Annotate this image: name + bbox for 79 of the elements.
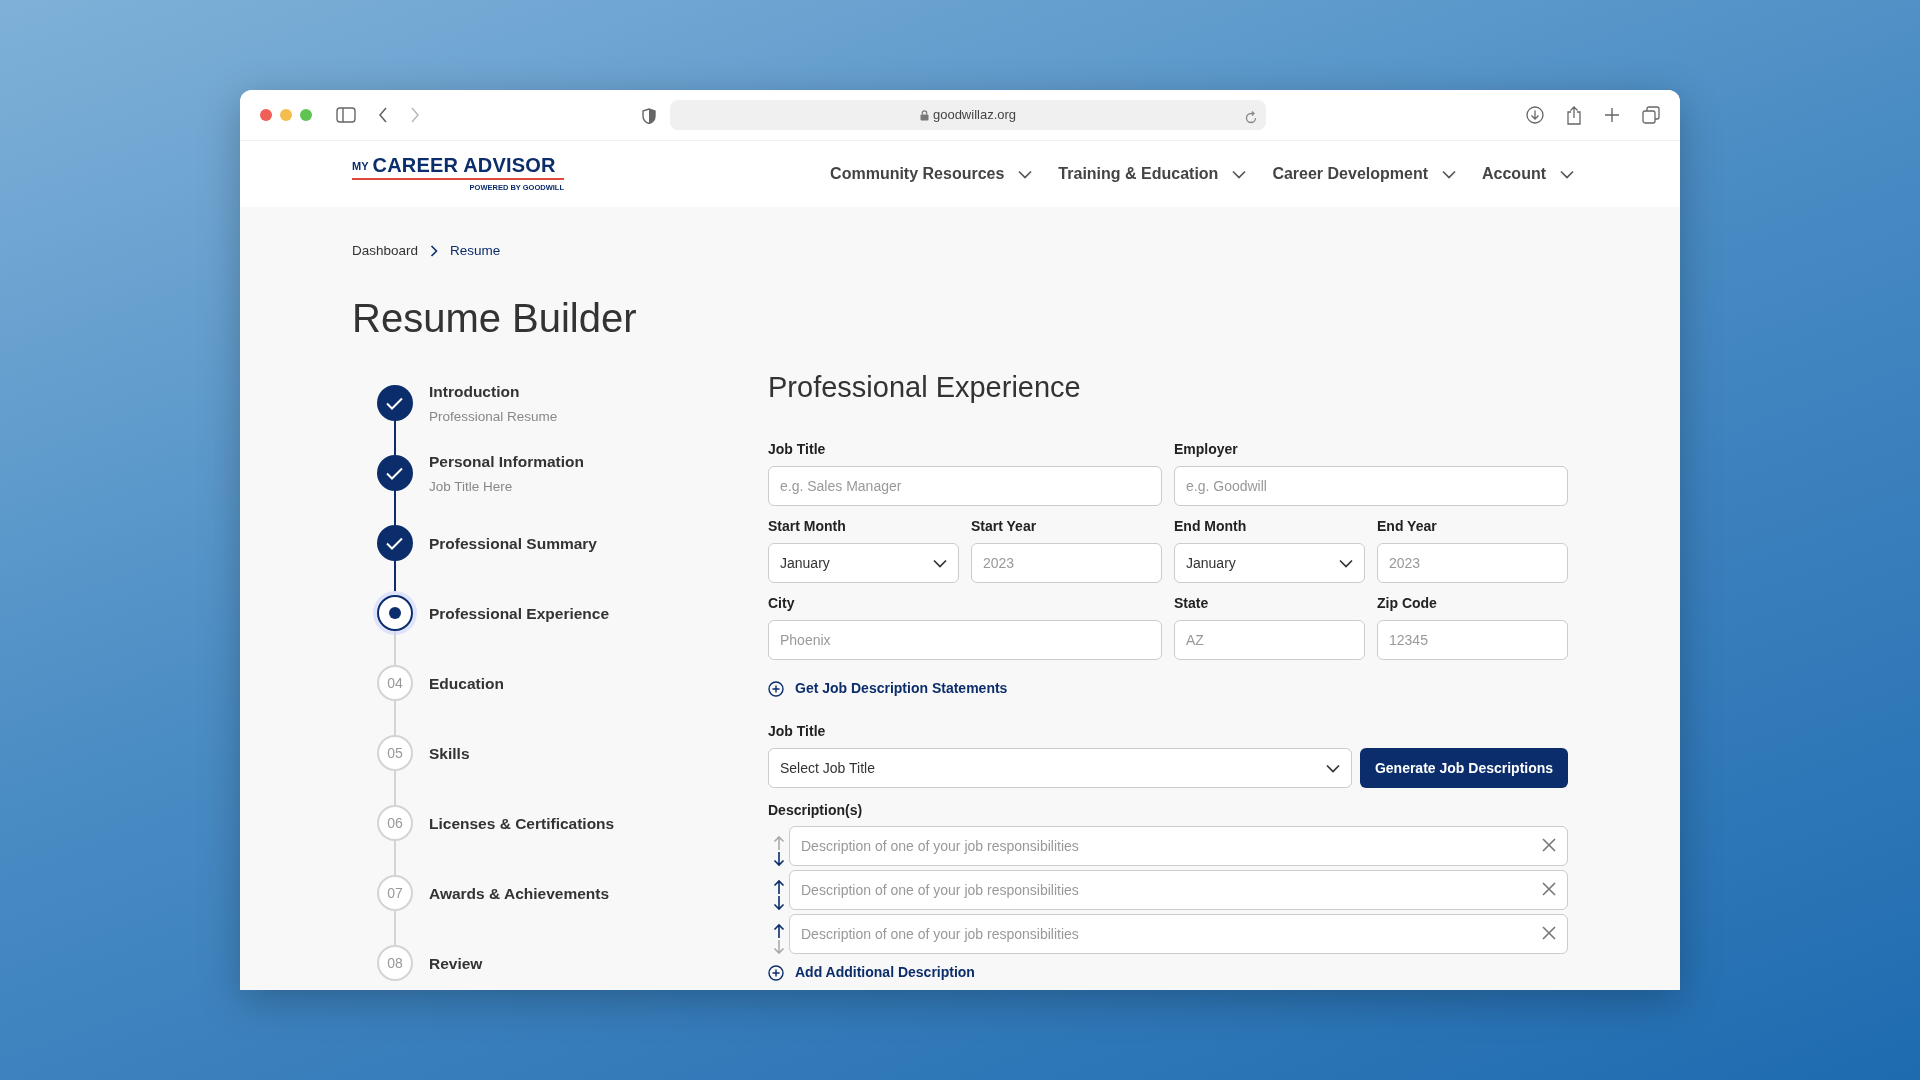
input-field[interactable]: Phoenix [768, 620, 1162, 661]
input-field[interactable]: 2023 [971, 543, 1162, 584]
step-subtitle: Professional Resume [429, 407, 558, 426]
breadcrumb-link[interactable]: Dashboard [352, 241, 419, 262]
reload-icon[interactable] [1244, 110, 1258, 125]
input-field[interactable]: e.g. Sales Manager [768, 466, 1162, 507]
nav-menu[interactable]: Community Resources [830, 162, 1033, 186]
select-field[interactable]: Select Job Title [768, 748, 1352, 789]
chevron-down-icon [1018, 169, 1033, 179]
nav-menu[interactable]: Career Development [1272, 162, 1456, 186]
field-label: Description(s) [768, 801, 864, 821]
url-text: goodwillaz.org [932, 106, 1017, 125]
close-button[interactable] [260, 109, 272, 121]
input-field[interactable]: Description of one of your job responsibilities [789, 914, 1568, 955]
input-field[interactable]: Description of one of your job responsibilities [789, 870, 1568, 911]
step-title[interactable]: Personal Information [429, 449, 585, 473]
logo-text: CAREER ADVISOR [372, 154, 556, 175]
step-title[interactable]: Professional Summary [429, 531, 597, 555]
input-field[interactable]: 2023 [1377, 543, 1568, 584]
address-bar[interactable]: goodwillaz.org [670, 100, 1266, 130]
field-label: Job Title [768, 440, 827, 460]
input-field[interactable]: AZ [1174, 620, 1365, 661]
step-title[interactable]: Professional Experience [429, 601, 610, 625]
input-field[interactable]: 12345 [1377, 620, 1568, 661]
nav-menu[interactable]: Training & Education [1058, 162, 1247, 186]
step-title[interactable]: Licenses & Certifications [429, 811, 615, 835]
input-field[interactable]: Description of one of your job responsibilities [789, 826, 1568, 867]
tabs-icon[interactable] [1642, 106, 1660, 124]
plus-circle-icon [768, 964, 784, 981]
chevron-down-icon [1560, 169, 1574, 179]
link[interactable]: Add Additional Description [795, 962, 975, 984]
sidebar-icon[interactable] [336, 107, 356, 123]
step-title[interactable]: Skills [429, 741, 470, 765]
nav-menu[interactable]: Account [1482, 162, 1574, 186]
step-title[interactable]: Review [429, 951, 483, 975]
field-label: Start Year [971, 517, 1038, 537]
step-number: 08 [377, 945, 413, 982]
breadcrumb-link[interactable]: Resume [450, 241, 501, 262]
input-field[interactable]: e.g. Goodwill [1174, 466, 1568, 507]
step-subtitle: Job Title Here [429, 477, 514, 496]
chevron-down-icon [933, 558, 947, 568]
shield-icon[interactable] [642, 107, 656, 124]
field-label: Zip Code [1377, 594, 1438, 614]
select-field[interactable]: January [1174, 543, 1365, 584]
field-label: Employer [1174, 440, 1239, 460]
chevron-right-icon [430, 245, 439, 258]
arrow-up-icon[interactable] [772, 922, 785, 939]
step-title[interactable]: Introduction [429, 379, 558, 403]
page-title: Resume Builder [352, 295, 638, 343]
back-icon[interactable] [378, 107, 388, 123]
share-icon[interactable] [1566, 105, 1582, 125]
logo-text: MY [352, 159, 369, 175]
link[interactable]: Get Job Description Statements [795, 678, 1008, 700]
field-label: City [768, 594, 796, 614]
step-number: 04 [377, 665, 413, 702]
section-title: Professional Experience [768, 370, 1082, 406]
step-title[interactable]: Awards & Achievements [429, 881, 610, 905]
chevron-down-icon [1232, 169, 1247, 179]
step-number: 06 [377, 805, 413, 842]
field-label: State [1174, 594, 1210, 614]
step-title[interactable]: Education [429, 671, 504, 695]
chevron-down-icon [1339, 558, 1353, 568]
plus-circle-icon [768, 680, 784, 697]
field-label: End Year [1377, 517, 1438, 537]
plus-icon[interactable] [1604, 107, 1620, 123]
arrow-down-icon[interactable] [772, 850, 785, 867]
field-label: End Month [1174, 517, 1248, 537]
chevron-down-icon [1442, 169, 1456, 179]
arrow-up-icon[interactable] [772, 878, 785, 895]
arrow-down-icon[interactable] [772, 894, 785, 911]
chevron-down-icon [1326, 763, 1340, 773]
field-label: Start Month [768, 517, 847, 537]
generate-button[interactable]: Generate Job Descriptions [1360, 748, 1568, 789]
step-number: 05 [377, 735, 413, 772]
step-number: 07 [377, 875, 413, 912]
download-icon[interactable] [1526, 106, 1544, 124]
lock-icon [919, 109, 929, 121]
field-label: Job Title [768, 722, 827, 742]
select-field[interactable]: January [768, 543, 959, 584]
